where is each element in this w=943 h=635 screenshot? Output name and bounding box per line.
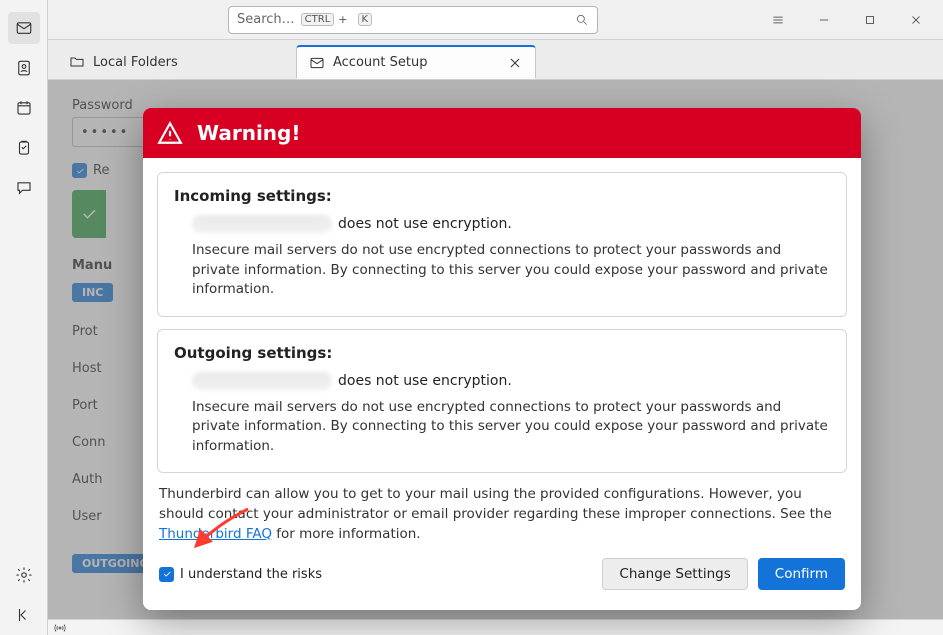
rail-chat[interactable] <box>8 172 40 204</box>
rail-address-book[interactable] <box>8 52 40 84</box>
search-placeholder: Search… <box>237 12 295 27</box>
outgoing-suffix: does not use encryption. <box>338 373 512 389</box>
tab-close[interactable] <box>507 55 523 71</box>
mail-icon <box>15 19 33 37</box>
tab-strip: Local Folders Account Setup <box>48 40 943 80</box>
incoming-detail: Insecure mail servers do not use encrypt… <box>192 241 830 300</box>
tab-label: Account Setup <box>333 55 499 70</box>
change-settings-button[interactable]: Change Settings <box>602 558 747 590</box>
warning-dialog: Warning! Incoming settings: does not use… <box>143 108 861 610</box>
gear-icon <box>15 566 33 584</box>
outgoing-detail: Insecure mail servers do not use encrypt… <box>192 398 830 457</box>
understand-checkbox[interactable]: I understand the risks <box>159 567 322 582</box>
tab-local-folders[interactable]: Local Folders <box>56 45 296 79</box>
search-icon <box>575 13 589 27</box>
faq-link[interactable]: Thunderbird FAQ <box>159 526 272 542</box>
tasks-icon <box>15 139 33 157</box>
dialog-info: Thunderbird can allow you to get to your… <box>159 485 845 544</box>
address-book-icon <box>15 59 33 77</box>
understand-label: I understand the risks <box>180 567 322 582</box>
info-pre: Thunderbird can allow you to get to your… <box>159 486 832 522</box>
rail-tasks[interactable] <box>8 132 40 164</box>
connection-icon <box>54 622 66 634</box>
rail-settings[interactable] <box>8 559 40 591</box>
side-rail <box>0 0 48 635</box>
dialog-title: Warning! <box>197 121 300 145</box>
tab-account-setup[interactable]: Account Setup <box>296 45 536 79</box>
global-search[interactable]: Search… CTRL + K <box>228 6 598 34</box>
kbd-k: K <box>358 13 373 26</box>
maximize-icon <box>863 13 877 27</box>
outgoing-panel: Outgoing settings: does not use encrypti… <box>157 329 847 474</box>
warning-icon <box>157 120 183 146</box>
status-bar <box>48 619 943 635</box>
outgoing-server-redacted <box>192 372 332 390</box>
kbd-ctrl: CTRL <box>301 13 335 26</box>
app-menu-button[interactable] <box>755 0 801 40</box>
tab-label: Local Folders <box>93 55 283 70</box>
collapse-icon <box>15 606 33 624</box>
outgoing-heading: Outgoing settings: <box>174 344 830 362</box>
chat-icon <box>15 179 33 197</box>
check-icon <box>162 569 172 579</box>
close-icon <box>909 13 923 27</box>
hamburger-icon <box>771 13 785 27</box>
calendar-icon <box>15 99 33 117</box>
rail-calendar[interactable] <box>8 92 40 124</box>
window-maximize[interactable] <box>847 0 893 40</box>
dialog-header: Warning! <box>143 108 861 158</box>
folder-icon <box>69 54 85 70</box>
mail-settings-icon <box>309 55 325 71</box>
rail-collapse[interactable] <box>8 599 40 631</box>
incoming-panel: Incoming settings: does not use encrypti… <box>157 172 847 317</box>
close-icon <box>507 55 523 71</box>
incoming-heading: Incoming settings: <box>174 187 830 205</box>
kbd-plus: + <box>338 13 347 26</box>
titlebar: Search… CTRL + K <box>0 0 943 40</box>
incoming-server-redacted <box>192 215 332 233</box>
rail-mail[interactable] <box>8 12 40 44</box>
info-post: for more information. <box>272 526 421 542</box>
incoming-suffix: does not use encryption. <box>338 216 512 232</box>
window-close[interactable] <box>893 0 939 40</box>
window-minimize[interactable] <box>801 0 847 40</box>
confirm-button[interactable]: Confirm <box>758 558 845 590</box>
minimize-icon <box>817 13 831 27</box>
